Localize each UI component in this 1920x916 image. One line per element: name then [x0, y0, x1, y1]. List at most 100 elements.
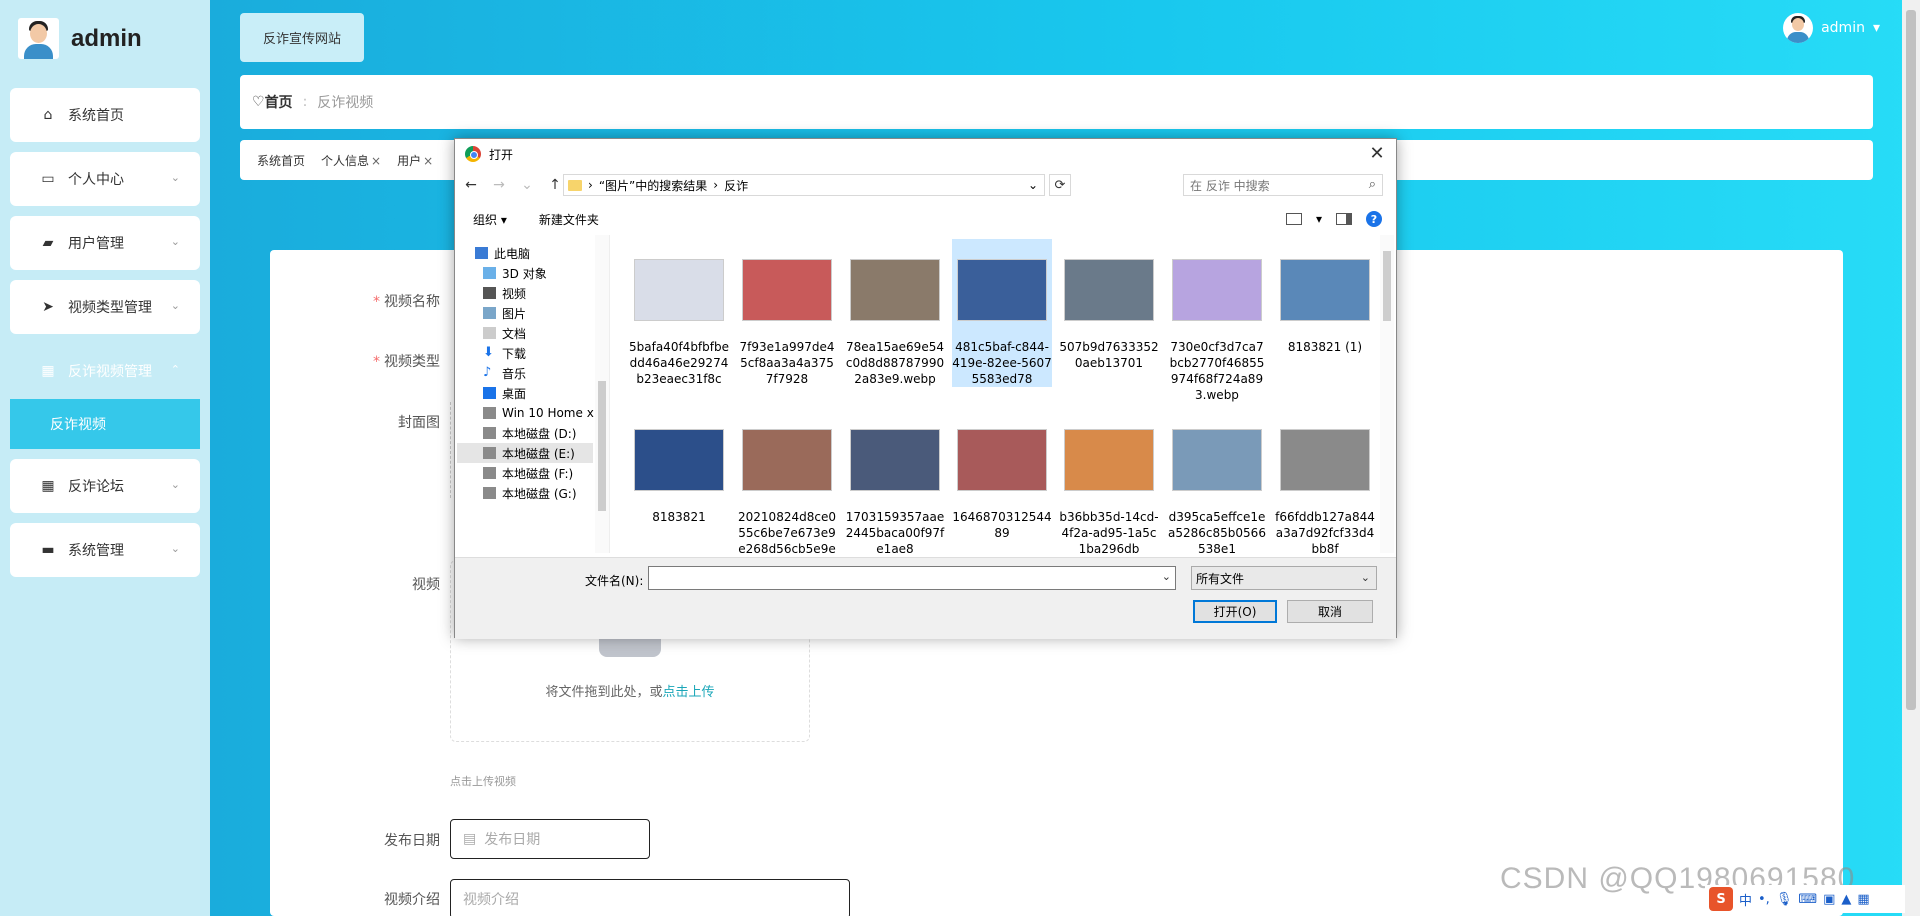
forward-arrow-icon[interactable]: → — [491, 177, 507, 193]
nav-item-this-pc[interactable]: 此电脑 — [475, 243, 530, 263]
scrollbar-thumb[interactable] — [1906, 10, 1916, 710]
nav-item-drive-g[interactable]: 本地磁盘 (G:) — [483, 483, 577, 503]
file-item[interactable]: 20210824d8ce055c6be7e673e9e268d56cb5e9e — [737, 409, 837, 553]
close-icon[interactable]: ✕ — [1366, 143, 1388, 164]
sidebar-item-users[interactable]: ▰ 用户管理 ⌄ — [10, 216, 200, 270]
back-arrow-icon[interactable]: ← — [463, 177, 479, 193]
chevron-down-icon[interactable]: ⌄ — [1028, 178, 1038, 192]
sidebar-item-fraud-videos[interactable]: ▦ 反诈视频管理 ⌃ — [10, 344, 200, 398]
nav-item-music[interactable]: ♪ 音乐 — [483, 363, 526, 383]
cancel-button[interactable]: 取消 — [1287, 600, 1373, 623]
user-menu[interactable]: admin ▾ — [1783, 13, 1880, 43]
new-folder-button[interactable]: 新建文件夹 — [539, 211, 599, 228]
file-name: 20210824d8ce055c6be7e673e9e268d56cb5e9e — [738, 510, 836, 553]
grid-icon[interactable]: ▦ — [1857, 892, 1869, 907]
file-item[interactable]: 78ea15ae69e54c0d8d887879902a83e9.webp — [845, 239, 945, 387]
ime-toolbar: S 中 •, 🎙 ⌨ ▣ ▲ ▦ — [1705, 885, 1905, 913]
sidebar-item-video-types[interactable]: ➤ 视频类型管理 ⌄ — [10, 280, 200, 334]
open-button[interactable]: 打开(O) — [1193, 600, 1277, 623]
header-site-tab[interactable]: 反诈宣传网站 — [240, 13, 364, 62]
file-item[interactable]: 507b9d76333520aeb13701 — [1059, 239, 1159, 371]
page-scrollbar[interactable] — [1902, 0, 1920, 916]
tag-home[interactable]: 系统首页 — [257, 152, 305, 169]
ticket-icon: ▬ — [41, 542, 55, 558]
sidebar-subitem-label: 反诈视频 — [50, 417, 106, 433]
tag-users[interactable]: 用户 × — [397, 152, 433, 169]
nav-scrollbar[interactable] — [595, 235, 609, 553]
nav-item-documents[interactable]: 文档 — [483, 323, 526, 343]
cover-label: 封面图 — [398, 415, 440, 431]
dialog-title-bar[interactable]: 打开 ✕ — [455, 139, 1396, 169]
sidebar-item-profile[interactable]: ▭ 个人中心 ⌄ — [10, 152, 200, 206]
nav-item-pictures[interactable]: 图片 — [483, 303, 526, 323]
sogou-icon[interactable]: S — [1709, 887, 1733, 911]
keyboard-icon[interactable]: ⌨ — [1798, 892, 1817, 907]
sidebar-item-home[interactable]: ⌂ 系统首页 — [10, 88, 200, 142]
scrollbar-thumb[interactable] — [1383, 251, 1391, 321]
file-item[interactable]: 8183821 — [629, 409, 729, 525]
file-item[interactable]: 7f93e1a997de45cf8aa3a4a3757f7928 — [737, 239, 837, 387]
filename-input[interactable]: ⌄ — [648, 566, 1176, 590]
upload-link[interactable]: 点击上传 — [663, 685, 715, 700]
punctuation-icon[interactable]: •, — [1758, 892, 1770, 907]
close-icon[interactable]: × — [371, 154, 381, 168]
breadcrumb-home[interactable]: 首页 — [265, 92, 293, 112]
file-item[interactable]: 164687031254489 — [952, 409, 1052, 541]
file-list-scrollbar[interactable] — [1380, 235, 1394, 553]
video-label: 视频 — [412, 577, 440, 593]
nav-item-drive-f[interactable]: 本地磁盘 (F:) — [483, 463, 573, 483]
drive-icon — [483, 447, 496, 459]
nav-item-videos[interactable]: 视频 — [483, 283, 526, 303]
organize-menu[interactable]: 组织 ▾ — [473, 211, 507, 228]
file-item[interactable]: d395ca5effce1ea5286c85b0566538e1 — [1167, 409, 1267, 553]
path-segment[interactable]: 反诈 — [724, 177, 748, 194]
address-bar[interactable]: › “图片”中的搜索结果 › 反诈 ⌄ — [563, 174, 1045, 196]
help-icon[interactable]: ? — [1366, 211, 1382, 227]
refresh-icon[interactable]: ⟳ — [1049, 174, 1071, 196]
search-input[interactable]: 在 反诈 中搜索 ⌕ — [1183, 174, 1383, 196]
nav-item-downloads[interactable]: ⬇ 下载 — [483, 343, 526, 363]
drive-icon — [483, 427, 496, 439]
sidebar-subitem-fraud-video[interactable]: 反诈视频 — [10, 399, 200, 449]
intro-placeholder: 视频介绍 — [463, 892, 519, 908]
file-item[interactable]: 8183821 (1) — [1275, 239, 1375, 355]
date-input[interactable]: ▤ 发布日期 — [450, 819, 650, 859]
file-item[interactable]: b36bb35d-14cd-4f2a-ad95-1a5c1ba296db — [1059, 409, 1159, 553]
preview-pane-icon[interactable] — [1336, 213, 1352, 225]
path-segment[interactable]: “图片”中的搜索结果 — [599, 177, 707, 194]
file-item[interactable]: f66fddb127a844a3a7d92fcf33d4bb8f — [1275, 409, 1375, 553]
tag-label: 用户 — [397, 153, 422, 168]
sidebar-item-forum[interactable]: ▦ 反诈论坛 ⌄ — [10, 459, 200, 513]
file-item[interactable]: 481c5baf-c844-419e-82ee-56075583ed78 — [952, 239, 1052, 387]
recent-dropdown-icon[interactable]: ⌄ — [519, 177, 535, 193]
gift-icon[interactable]: ▣ — [1823, 892, 1835, 907]
up-arrow-icon[interactable]: ↑ — [547, 177, 563, 193]
grid-icon: ▦ — [41, 363, 55, 379]
intro-textarea[interactable]: 视频介绍 — [450, 879, 850, 916]
file-item[interactable]: 730e0cf3d7ca7bcb2770f46855974f68f724a893… — [1167, 239, 1267, 403]
nav-item-drive-c[interactable]: Win 10 Home x — [483, 403, 594, 423]
close-icon[interactable]: × — [423, 154, 433, 168]
nav-item-3d[interactable]: 3D 对象 — [483, 263, 547, 283]
microphone-icon[interactable]: 🎙 — [1776, 892, 1793, 907]
chevron-down-icon[interactable]: ▾ — [1316, 212, 1322, 226]
chevron-down-icon[interactable]: ⌄ — [1162, 570, 1171, 583]
shirt-icon[interactable]: ▲ — [1841, 892, 1851, 907]
nav-item-drive-e[interactable]: 本地磁盘 (E:) — [457, 443, 593, 463]
date-label: 发布日期 — [384, 833, 440, 849]
view-mode-icon[interactable] — [1285, 213, 1302, 225]
image-thumbnail — [634, 245, 724, 335]
breadcrumb-current: 反诈视频 — [317, 95, 374, 111]
tag-profile[interactable]: 个人信息 × — [321, 152, 381, 169]
file-item[interactable]: 5bafa40f4bfbfbedd46a46e29274b23eaec31f8c — [629, 239, 729, 387]
file-item[interactable]: 1703159357aae2445baca00f97fe1ae8 — [845, 409, 945, 553]
chevron-down-icon: ⌄ — [170, 478, 180, 491]
nav-item-label: 本地磁盘 (E:) — [502, 446, 575, 461]
sidebar-item-system[interactable]: ▬ 系统管理 ⌄ — [10, 523, 200, 577]
scrollbar-thumb[interactable] — [598, 381, 606, 511]
filetype-select[interactable]: 所有文件 ⌄ — [1191, 566, 1377, 590]
nav-item-desktop[interactable]: 桌面 — [483, 383, 526, 403]
nav-item-drive-d[interactable]: 本地磁盘 (D:) — [483, 423, 576, 443]
image-thumbnail — [1172, 415, 1262, 505]
ime-mode[interactable]: 中 — [1739, 890, 1752, 909]
